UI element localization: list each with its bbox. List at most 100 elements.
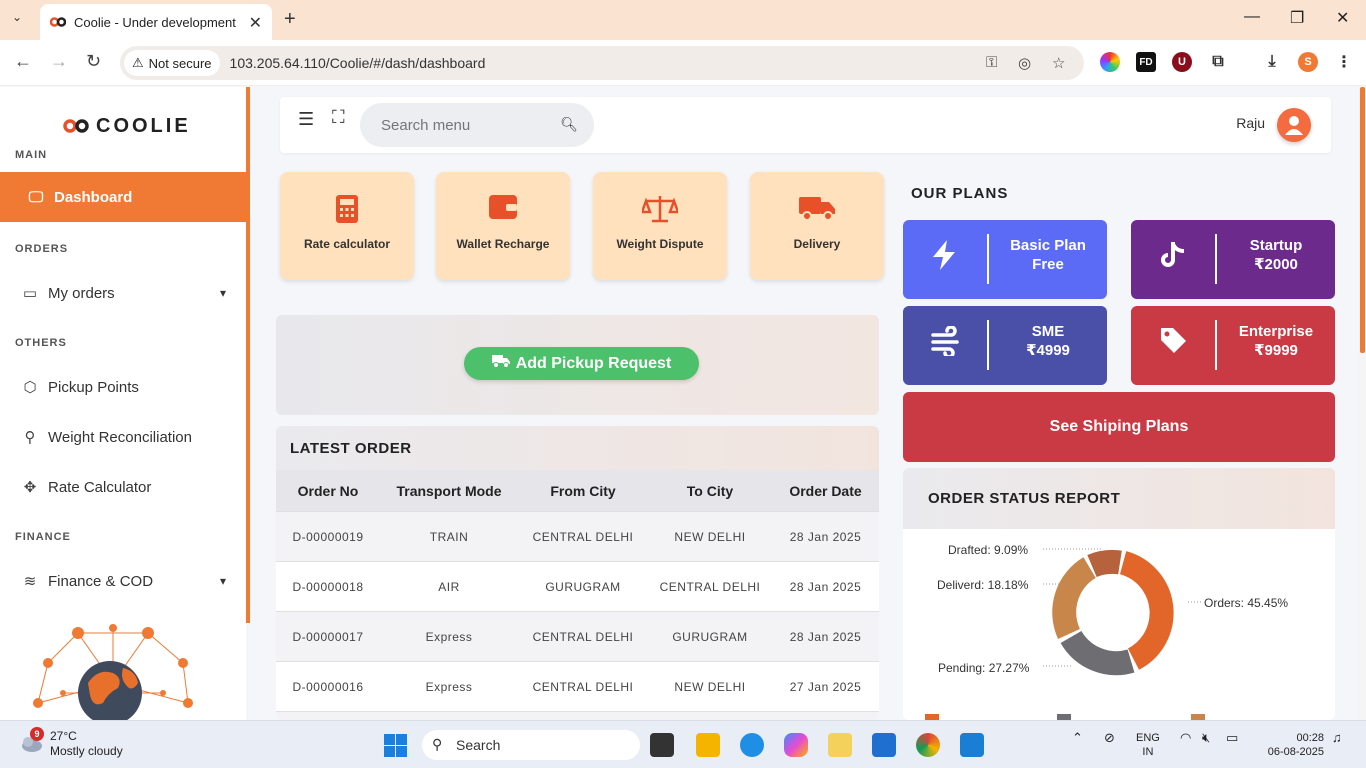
plans-title: OUR PLANS: [911, 185, 1009, 202]
latest-order-title: LATEST ORDER: [276, 426, 879, 470]
add-pickup-request-button[interactable]: Add Pickup Request: [464, 347, 699, 380]
notification-bell-icon[interactable]: ♫: [1332, 731, 1342, 745]
table-row[interactable]: D-00000016 Express CENTRAL DELHI NEW DEL…: [276, 661, 879, 711]
forward-icon[interactable]: →: [50, 51, 68, 72]
plan-divider: [1215, 320, 1217, 370]
tag-icon: [1159, 326, 1187, 361]
sidebar-item-pickup-points[interactable]: ⬡ Pickup Points: [0, 363, 246, 411]
sidebar-item-rate-calculator[interactable]: ✥ Rate Calculator: [0, 463, 246, 511]
user-name[interactable]: Raju: [1236, 115, 1265, 131]
search-icon[interactable]: 🔍︎: [560, 116, 578, 133]
donut-slice-drafted: [1087, 549, 1122, 578]
column-header[interactable]: Order No: [276, 470, 380, 511]
browser-tab[interactable]: Coolie - Under development ✕: [40, 4, 272, 40]
notepad-icon[interactable]: [872, 733, 896, 757]
network-off-icon[interactable]: ⊘: [1104, 731, 1115, 745]
profile-avatar[interactable]: S: [1298, 52, 1318, 72]
see-shipping-plans-button[interactable]: See Shiping Plans: [903, 392, 1335, 462]
fullscreen-icon[interactable]: ⛶: [332, 107, 345, 128]
wifi-icon[interactable]: ◠: [1180, 731, 1191, 745]
donut-slice-delivered: [1052, 557, 1097, 640]
rate-calculator-card[interactable]: Rate calculator: [280, 172, 414, 280]
ublock-extension-icon[interactable]: U: [1172, 52, 1192, 72]
plan-divider: [987, 234, 989, 284]
color-extension-icon[interactable]: [1100, 52, 1120, 72]
search-input[interactable]: [381, 116, 551, 134]
table-row[interactable]: D-00000017 Express CENTRAL DELHI GURUGRA…: [276, 611, 879, 661]
plan-enterprise-card[interactable]: Enterprise ₹9999: [1131, 306, 1335, 385]
plan-startup-card[interactable]: Startup ₹2000: [1131, 220, 1335, 299]
extensions-puzzle-icon[interactable]: ⧉: [1208, 52, 1228, 72]
column-header[interactable]: Transport Mode: [380, 470, 518, 511]
sidebar-item-label: Rate Calculator: [48, 478, 152, 496]
hamburger-menu-icon[interactable]: ☰: [298, 109, 314, 130]
chevron-down-icon: ▾: [219, 574, 226, 588]
sidebar-item-weight-reconciliation[interactable]: ⚲ Weight Reconciliation: [0, 413, 246, 461]
windows-taskbar: 9 27°C Mostly cloudy ⚲ Search ⌃ ⊘ ENG IN…: [0, 720, 1366, 768]
legend-drafted: Drafted: 9.09%: [948, 543, 1029, 557]
order-status-donut-chart: [925, 548, 1205, 720]
weather-widget[interactable]: 27°C Mostly cloudy: [50, 729, 123, 759]
edge-icon[interactable]: [740, 733, 764, 757]
language-indicator[interactable]: ENG IN: [1136, 731, 1160, 759]
column-header[interactable]: To City: [648, 470, 772, 511]
file-explorer-icon[interactable]: [696, 733, 720, 757]
card-label: Delivery: [793, 237, 841, 251]
tab-search-icon[interactable]: ⌄: [12, 10, 22, 24]
volume-muted-icon[interactable]: 🔇︎: [1202, 731, 1210, 745]
vscode-icon[interactable]: [960, 733, 984, 757]
column-header[interactable]: Order Date: [772, 470, 879, 511]
paint-icon[interactable]: [828, 733, 852, 757]
delivery-card[interactable]: Delivery: [750, 172, 884, 280]
back-icon[interactable]: ←: [14, 51, 32, 72]
lightning-icon: [931, 240, 957, 277]
donut-slice-pending: [1060, 630, 1135, 676]
sidebar-item-label: Pickup Points: [48, 378, 139, 396]
plan-text: SME ₹4999: [995, 322, 1101, 360]
chrome-icon[interactable]: [916, 733, 940, 757]
plan-name: Enterprise: [1238, 323, 1314, 340]
taskbar-search[interactable]: ⚲ Search: [422, 730, 640, 760]
battery-icon[interactable]: ▭: [1226, 731, 1238, 745]
sidebar-item-my-orders[interactable]: ▭ My orders ▾: [0, 269, 246, 317]
security-chip[interactable]: ⚠ Not secure: [124, 50, 220, 76]
plan-divider: [987, 320, 989, 370]
sidebar-item-dashboard[interactable]: 🖵 Dashboard: [0, 172, 246, 222]
password-key-icon[interactable]: ⚿: [986, 54, 997, 71]
new-tab-icon[interactable]: +: [284, 8, 296, 31]
reload-icon[interactable]: ↻: [86, 51, 101, 72]
window-close-icon[interactable]: ✕: [1336, 8, 1349, 28]
tiktok-icon: [1159, 240, 1187, 277]
clock[interactable]: 00:28 06-08-2025: [1258, 731, 1324, 759]
plan-basic-card[interactable]: Basic Plan Free: [903, 220, 1107, 299]
plan-sme-card[interactable]: SME ₹4999: [903, 306, 1107, 385]
page-scrollbar[interactable]: [1358, 87, 1366, 720]
layers-icon: ≋: [23, 573, 37, 590]
bookmark-star-icon[interactable]: ☆: [1052, 54, 1065, 72]
table-row[interactable]: D-00000018 AIR GURUGRAM CENTRAL DELHI 28…: [276, 561, 879, 611]
task-view-icon[interactable]: [650, 733, 674, 757]
cell-order-date: 28 Jan 2025: [789, 629, 862, 644]
address-bar[interactable]: ⚠ Not secure 103.205.64.110/Coolie/#/das…: [120, 46, 1084, 80]
wallet-recharge-card[interactable]: Wallet Recharge: [436, 172, 570, 280]
fd-extension-icon[interactable]: FD: [1136, 52, 1156, 72]
legend-pending: Pending: 27.27%: [938, 661, 1030, 675]
sidebar-item-finance-cod[interactable]: ≋ Finance & COD ▾: [0, 557, 246, 605]
table-row[interactable]: D-00000019 TRAIN CENTRAL DELHI NEW DELHI…: [276, 511, 879, 561]
windows-start-icon[interactable]: [384, 734, 407, 762]
eye-off-icon[interactable]: ◎: [1018, 54, 1031, 72]
tray-chevron-up-icon[interactable]: ⌃: [1072, 731, 1083, 745]
user-avatar[interactable]: [1277, 108, 1311, 142]
copilot-icon[interactable]: [784, 733, 808, 757]
maximize-icon[interactable]: ❐: [1290, 8, 1304, 28]
column-header[interactable]: From City: [518, 470, 648, 511]
browser-menu-icon[interactable]: ⋮: [1334, 52, 1354, 72]
minimize-icon[interactable]: —: [1244, 8, 1260, 26]
brand-logo[interactable]: COOLIE: [62, 113, 191, 139]
plan-price: ₹9999: [1254, 342, 1298, 359]
weight-dispute-card[interactable]: Weight Dispute: [593, 172, 727, 280]
scrollbar-thumb[interactable]: [1360, 87, 1365, 353]
search-menu-box[interactable]: 🔍︎: [360, 103, 594, 147]
tab-close-icon[interactable]: ✕: [249, 13, 262, 33]
download-icon[interactable]: ⤓: [1262, 52, 1282, 72]
